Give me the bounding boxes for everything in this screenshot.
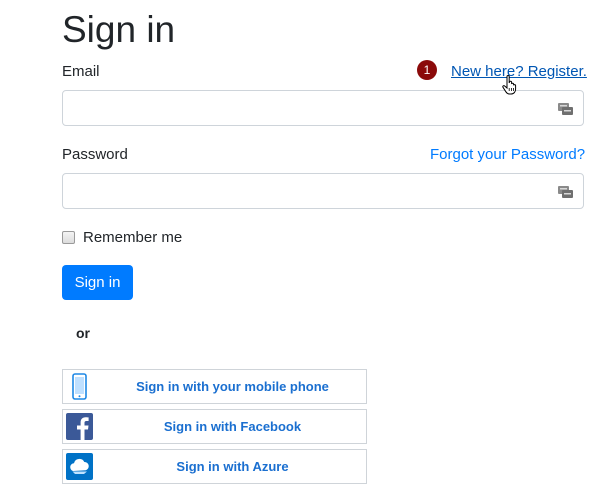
remember-me-label: Remember me	[83, 229, 183, 246]
or-separator: or	[76, 325, 90, 341]
password-manager-icon[interactable]	[558, 101, 573, 115]
email-label: Email	[62, 63, 100, 80]
password-input[interactable]	[73, 175, 557, 209]
mobile-phone-icon	[72, 373, 87, 400]
password-label: Password	[62, 146, 128, 163]
sign-in-mobile-button[interactable]: Sign in with your mobile phone	[62, 369, 367, 404]
email-input[interactable]	[73, 92, 557, 126]
azure-cloud-icon	[66, 453, 93, 480]
sign-in-azure-button[interactable]: Sign in with Azure	[62, 449, 367, 484]
remember-me-checkbox[interactable]	[62, 231, 75, 244]
facebook-button-label: Sign in with Facebook	[163, 419, 302, 434]
forgot-password-link[interactable]: Forgot your Password?	[430, 146, 585, 164]
hand-pointer-cursor-icon	[502, 75, 517, 95]
page-title: Sign in	[62, 9, 176, 50]
azure-button-label: Sign in with Azure	[176, 459, 289, 474]
password-field[interactable]	[62, 173, 584, 209]
password-manager-icon[interactable]	[558, 184, 573, 198]
email-field[interactable]	[62, 90, 584, 126]
sign-in-button[interactable]: Sign in	[62, 265, 133, 300]
facebook-icon	[66, 413, 93, 440]
mobile-button-label: Sign in with your mobile phone	[136, 379, 329, 394]
remember-me[interactable]: Remember me	[62, 229, 182, 246]
step-badge: 1	[417, 60, 437, 80]
sign-in-facebook-button[interactable]: Sign in with Facebook	[62, 409, 367, 444]
